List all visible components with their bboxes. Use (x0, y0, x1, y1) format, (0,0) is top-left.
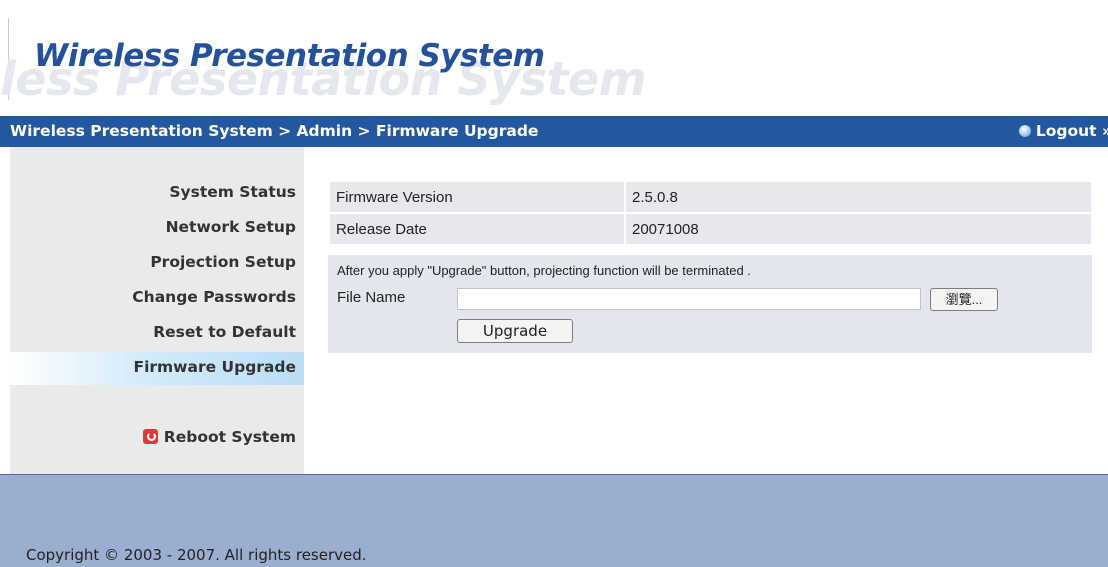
sidebar-item-network-setup[interactable]: Network Setup (166, 218, 296, 236)
table-row: Release Date 20071008 (330, 214, 1091, 244)
upgrade-panel: After you apply "Upgrade" button, projec… (328, 255, 1092, 353)
release-date-label: Release Date (330, 214, 624, 244)
sidebar-item-projection-setup[interactable]: Projection Setup (150, 253, 296, 271)
firmware-version-label: Firmware Version (330, 182, 624, 212)
reboot-system-link[interactable]: Reboot System (142, 428, 296, 446)
sidebar-item-system-status[interactable]: System Status (169, 183, 296, 201)
table-row: Firmware Version 2.5.0.8 (330, 182, 1091, 212)
footer: Copyright © 2003 - 2007. All rights rese… (0, 475, 1108, 567)
top-navbar: Wireless Presentation System > Admin > F… (0, 116, 1108, 147)
breadcrumb: Wireless Presentation System > Admin > F… (10, 122, 539, 140)
logout-label: Logout » (1035, 122, 1108, 140)
release-date-value: 20071008 (626, 214, 1091, 244)
main-content: Firmware Version 2.5.0.8 Release Date 20… (304, 147, 1108, 474)
power-icon (142, 429, 158, 444)
copyright-text: Copyright © 2003 - 2007. All rights rese… (26, 546, 367, 564)
firmware-info-table: Firmware Version 2.5.0.8 Release Date 20… (328, 180, 1093, 246)
sidebar-item-firmware-upgrade[interactable]: Firmware Upgrade (133, 358, 296, 376)
sidebar: System Status Network Setup Projection S… (10, 147, 304, 474)
browse-button[interactable]: 瀏覽... (930, 288, 998, 311)
firmware-version-value: 2.5.0.8 (626, 182, 1091, 212)
brand-title: Wireless Presentation System (34, 38, 545, 74)
file-name-input[interactable] (457, 288, 921, 310)
logout-link[interactable]: Logout » (1018, 122, 1108, 140)
brand-header: less Presentation System Wireless Presen… (0, 0, 1108, 112)
sidebar-item-change-passwords[interactable]: Change Passwords (132, 288, 296, 306)
sidebar-item-reset-to-default[interactable]: Reset to Default (153, 323, 296, 341)
logout-icon (1018, 125, 1031, 137)
upgrade-button[interactable]: Upgrade (457, 319, 573, 343)
reboot-label: Reboot System (163, 428, 296, 446)
upgrade-notice: After you apply "Upgrade" button, projec… (337, 263, 751, 278)
file-name-label: File Name (337, 289, 406, 306)
